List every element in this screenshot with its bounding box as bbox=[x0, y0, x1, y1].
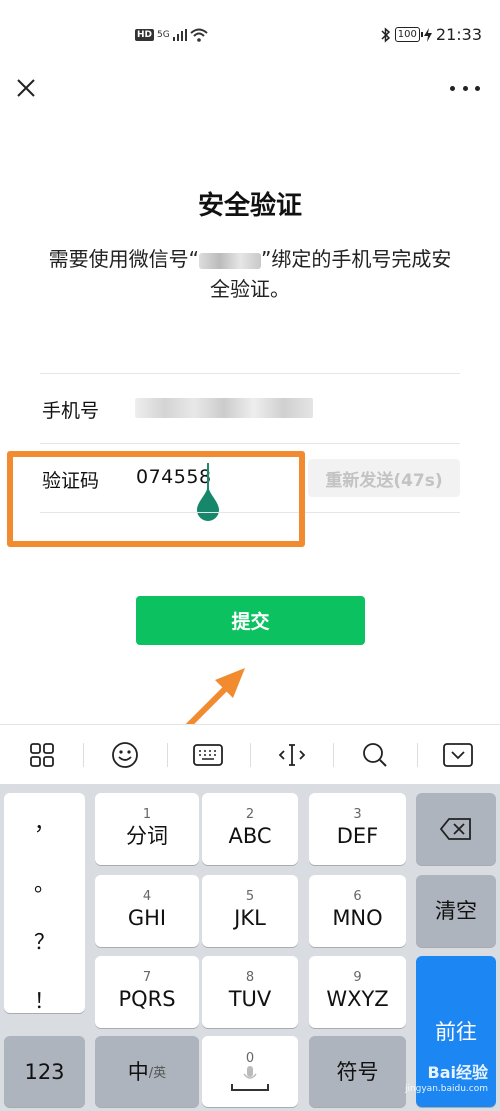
punctuation-column: ， 。 ？ ！ bbox=[4, 793, 85, 1013]
keyboard-switch-button[interactable] bbox=[166, 725, 250, 785]
watermark-url: jingyan.baidu.com bbox=[404, 1084, 488, 1094]
redacted-phone-number bbox=[135, 398, 313, 418]
key-number: 7 bbox=[142, 970, 152, 985]
punct-key[interactable]: ， bbox=[4, 807, 85, 837]
more-options-button[interactable] bbox=[450, 74, 480, 102]
network-indicators: HD 5G bbox=[135, 28, 208, 42]
divider bbox=[40, 443, 460, 444]
watermark: Bai经验 jingyan.baidu.com bbox=[405, 1065, 488, 1097]
key-3[interactable]: 3 DEF bbox=[309, 793, 406, 865]
search-button[interactable] bbox=[333, 725, 416, 785]
key-label: 前往 bbox=[435, 1019, 477, 1044]
highlight-box bbox=[7, 451, 305, 547]
key-number: 1 bbox=[142, 807, 152, 822]
key-label: JKL bbox=[234, 906, 266, 930]
punct-key[interactable]: 。 bbox=[4, 868, 85, 898]
backspace-icon bbox=[439, 818, 471, 840]
description-prefix: 需要使用微信号“ bbox=[48, 247, 199, 271]
key-label: 中 bbox=[127, 1059, 149, 1084]
signal-icon bbox=[172, 29, 187, 41]
delete-key[interactable] bbox=[416, 793, 496, 865]
microphone-icon bbox=[231, 1065, 269, 1091]
close-icon bbox=[17, 79, 35, 97]
clock: 21:33 bbox=[435, 25, 482, 44]
signal-label: 5G bbox=[157, 30, 170, 40]
key-number: 3 bbox=[353, 807, 362, 822]
page-description: 需要使用微信号“ ”绑定的手机号完成安全验证。 bbox=[40, 244, 460, 304]
key-number: 0 bbox=[245, 1050, 255, 1066]
key-label: 123 bbox=[24, 1059, 65, 1084]
key-5[interactable]: 5 JKL bbox=[202, 875, 298, 947]
status-right: 100 21:33 bbox=[381, 25, 482, 44]
page-title: 安全验证 bbox=[197, 191, 302, 221]
battery-icon: 100 bbox=[394, 27, 423, 42]
key-number: 8 bbox=[245, 970, 255, 985]
hd-badge: HD bbox=[135, 29, 155, 41]
keyboard-icon bbox=[193, 743, 224, 766]
key-number: 5 bbox=[245, 889, 255, 904]
key-2[interactable]: 2 ABC bbox=[202, 793, 298, 865]
bluetooth-icon bbox=[381, 26, 390, 43]
key-7[interactable]: 7 PQRS bbox=[95, 956, 199, 1028]
key-label: ABC bbox=[228, 824, 272, 848]
search-icon bbox=[363, 742, 387, 767]
language-switch-key[interactable]: 中/英 bbox=[95, 1036, 199, 1107]
close-button[interactable] bbox=[12, 74, 40, 102]
watermark-brand: Bai经验 bbox=[427, 1063, 488, 1082]
key-label: 符号 bbox=[336, 1059, 379, 1084]
key-label: DEF bbox=[336, 824, 379, 848]
key-label: WXYZ bbox=[326, 987, 389, 1011]
emoji-button[interactable] bbox=[83, 725, 166, 785]
status-bar: HD 5G 100 21:33 bbox=[0, 0, 500, 60]
key-4[interactable]: 4 GHI bbox=[95, 875, 199, 947]
key-1[interactable]: 1 分词 bbox=[95, 793, 199, 865]
emoji-icon bbox=[112, 741, 138, 768]
divider bbox=[40, 373, 460, 374]
numeric-key[interactable]: 123 bbox=[4, 1036, 85, 1107]
hide-keyboard-button[interactable] bbox=[416, 725, 500, 785]
key-label: 清空 bbox=[435, 899, 477, 923]
chevron-down-icon bbox=[443, 742, 474, 767]
more-icon bbox=[450, 85, 455, 91]
charging-icon bbox=[423, 27, 432, 42]
apps-button[interactable] bbox=[0, 725, 83, 785]
submit-button[interactable]: 提交 bbox=[136, 596, 365, 645]
key-sublabel: /英 bbox=[148, 1066, 167, 1081]
key-label: 分词 bbox=[126, 824, 168, 848]
space-key[interactable]: 0 bbox=[202, 1036, 298, 1107]
key-label: TUV bbox=[228, 987, 272, 1011]
key-label: MNO bbox=[332, 906, 383, 930]
key-number: 2 bbox=[245, 807, 255, 822]
t9-keyboard: ， 。 ？ ！ 1 分词 2 ABC 3 DEF 4 GHI 5 JKL 6 MNO 清空 … bbox=[0, 784, 500, 1111]
more-icon-dot bbox=[462, 85, 468, 91]
key-8[interactable]: 8 TUV bbox=[202, 956, 298, 1028]
key-label: GHI bbox=[127, 906, 167, 930]
cursor-move-button[interactable] bbox=[249, 725, 333, 785]
punct-key[interactable]: ？ bbox=[4, 926, 85, 956]
symbol-key[interactable]: 符号 bbox=[309, 1036, 406, 1107]
key-number: 4 bbox=[142, 889, 152, 904]
key-9[interactable]: 9 WXYZ bbox=[309, 956, 406, 1028]
resend-button[interactable]: 重新发送(47s) bbox=[308, 459, 460, 497]
punct-key[interactable]: ！ bbox=[4, 985, 85, 1015]
more-icon-dot bbox=[475, 85, 480, 91]
text-cursor-icon bbox=[278, 743, 305, 766]
key-number: 6 bbox=[353, 889, 362, 904]
clear-key[interactable]: 清空 bbox=[416, 875, 496, 947]
grid-icon bbox=[29, 742, 54, 767]
top-nav bbox=[0, 60, 500, 116]
keyboard-toolbar bbox=[0, 724, 500, 784]
phone-label: 手机号 bbox=[42, 400, 100, 422]
key-label: PQRS bbox=[118, 987, 176, 1011]
key-6[interactable]: 6 MNO bbox=[309, 875, 406, 947]
redacted-wechat-id bbox=[199, 252, 261, 269]
key-number: 9 bbox=[353, 970, 362, 985]
wifi-icon bbox=[190, 28, 208, 42]
